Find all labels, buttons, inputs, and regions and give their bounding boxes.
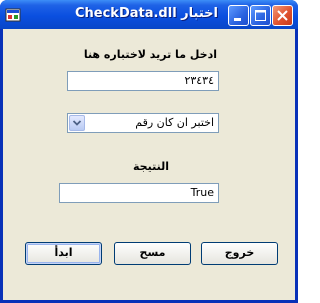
chevron-down-icon bbox=[72, 120, 82, 126]
window-frame-right bbox=[295, 29, 298, 303]
window-title: اختبار CheckData.dll bbox=[74, 6, 218, 21]
app-icon bbox=[5, 7, 21, 23]
maximize-button[interactable] bbox=[250, 5, 271, 26]
test-input[interactable]: ٢٣٤٣٤ bbox=[67, 71, 219, 91]
title-bar[interactable]: اختبار CheckData.dll bbox=[0, 0, 298, 29]
form-client-area: ادخل ما تريد لاختباره هنا ٢٣٤٣٤ اختبر ان… bbox=[3, 29, 295, 300]
clear-button[interactable]: مسح bbox=[114, 242, 191, 265]
dropdown-button[interactable] bbox=[69, 115, 85, 131]
close-icon bbox=[277, 10, 288, 21]
start-button[interactable]: ابدأ bbox=[25, 242, 102, 265]
exit-button[interactable]: خروج bbox=[201, 242, 278, 265]
app-window: اختبار CheckData.dll ادخل ما تريد لاختبا… bbox=[0, 0, 298, 303]
minimize-button[interactable] bbox=[228, 5, 249, 26]
maximize-icon bbox=[255, 10, 266, 21]
test-type-select[interactable]: اختبر ان كان رقم bbox=[67, 113, 219, 133]
close-button[interactable] bbox=[272, 5, 293, 26]
result-field[interactable]: True bbox=[59, 183, 219, 203]
result-label: النتيجة bbox=[133, 160, 169, 173]
test-type-selected: اختبر ان كان رقم bbox=[135, 116, 214, 129]
minimize-icon bbox=[234, 18, 241, 21]
input-label: ادخل ما تريد لاختباره هنا bbox=[83, 48, 217, 61]
